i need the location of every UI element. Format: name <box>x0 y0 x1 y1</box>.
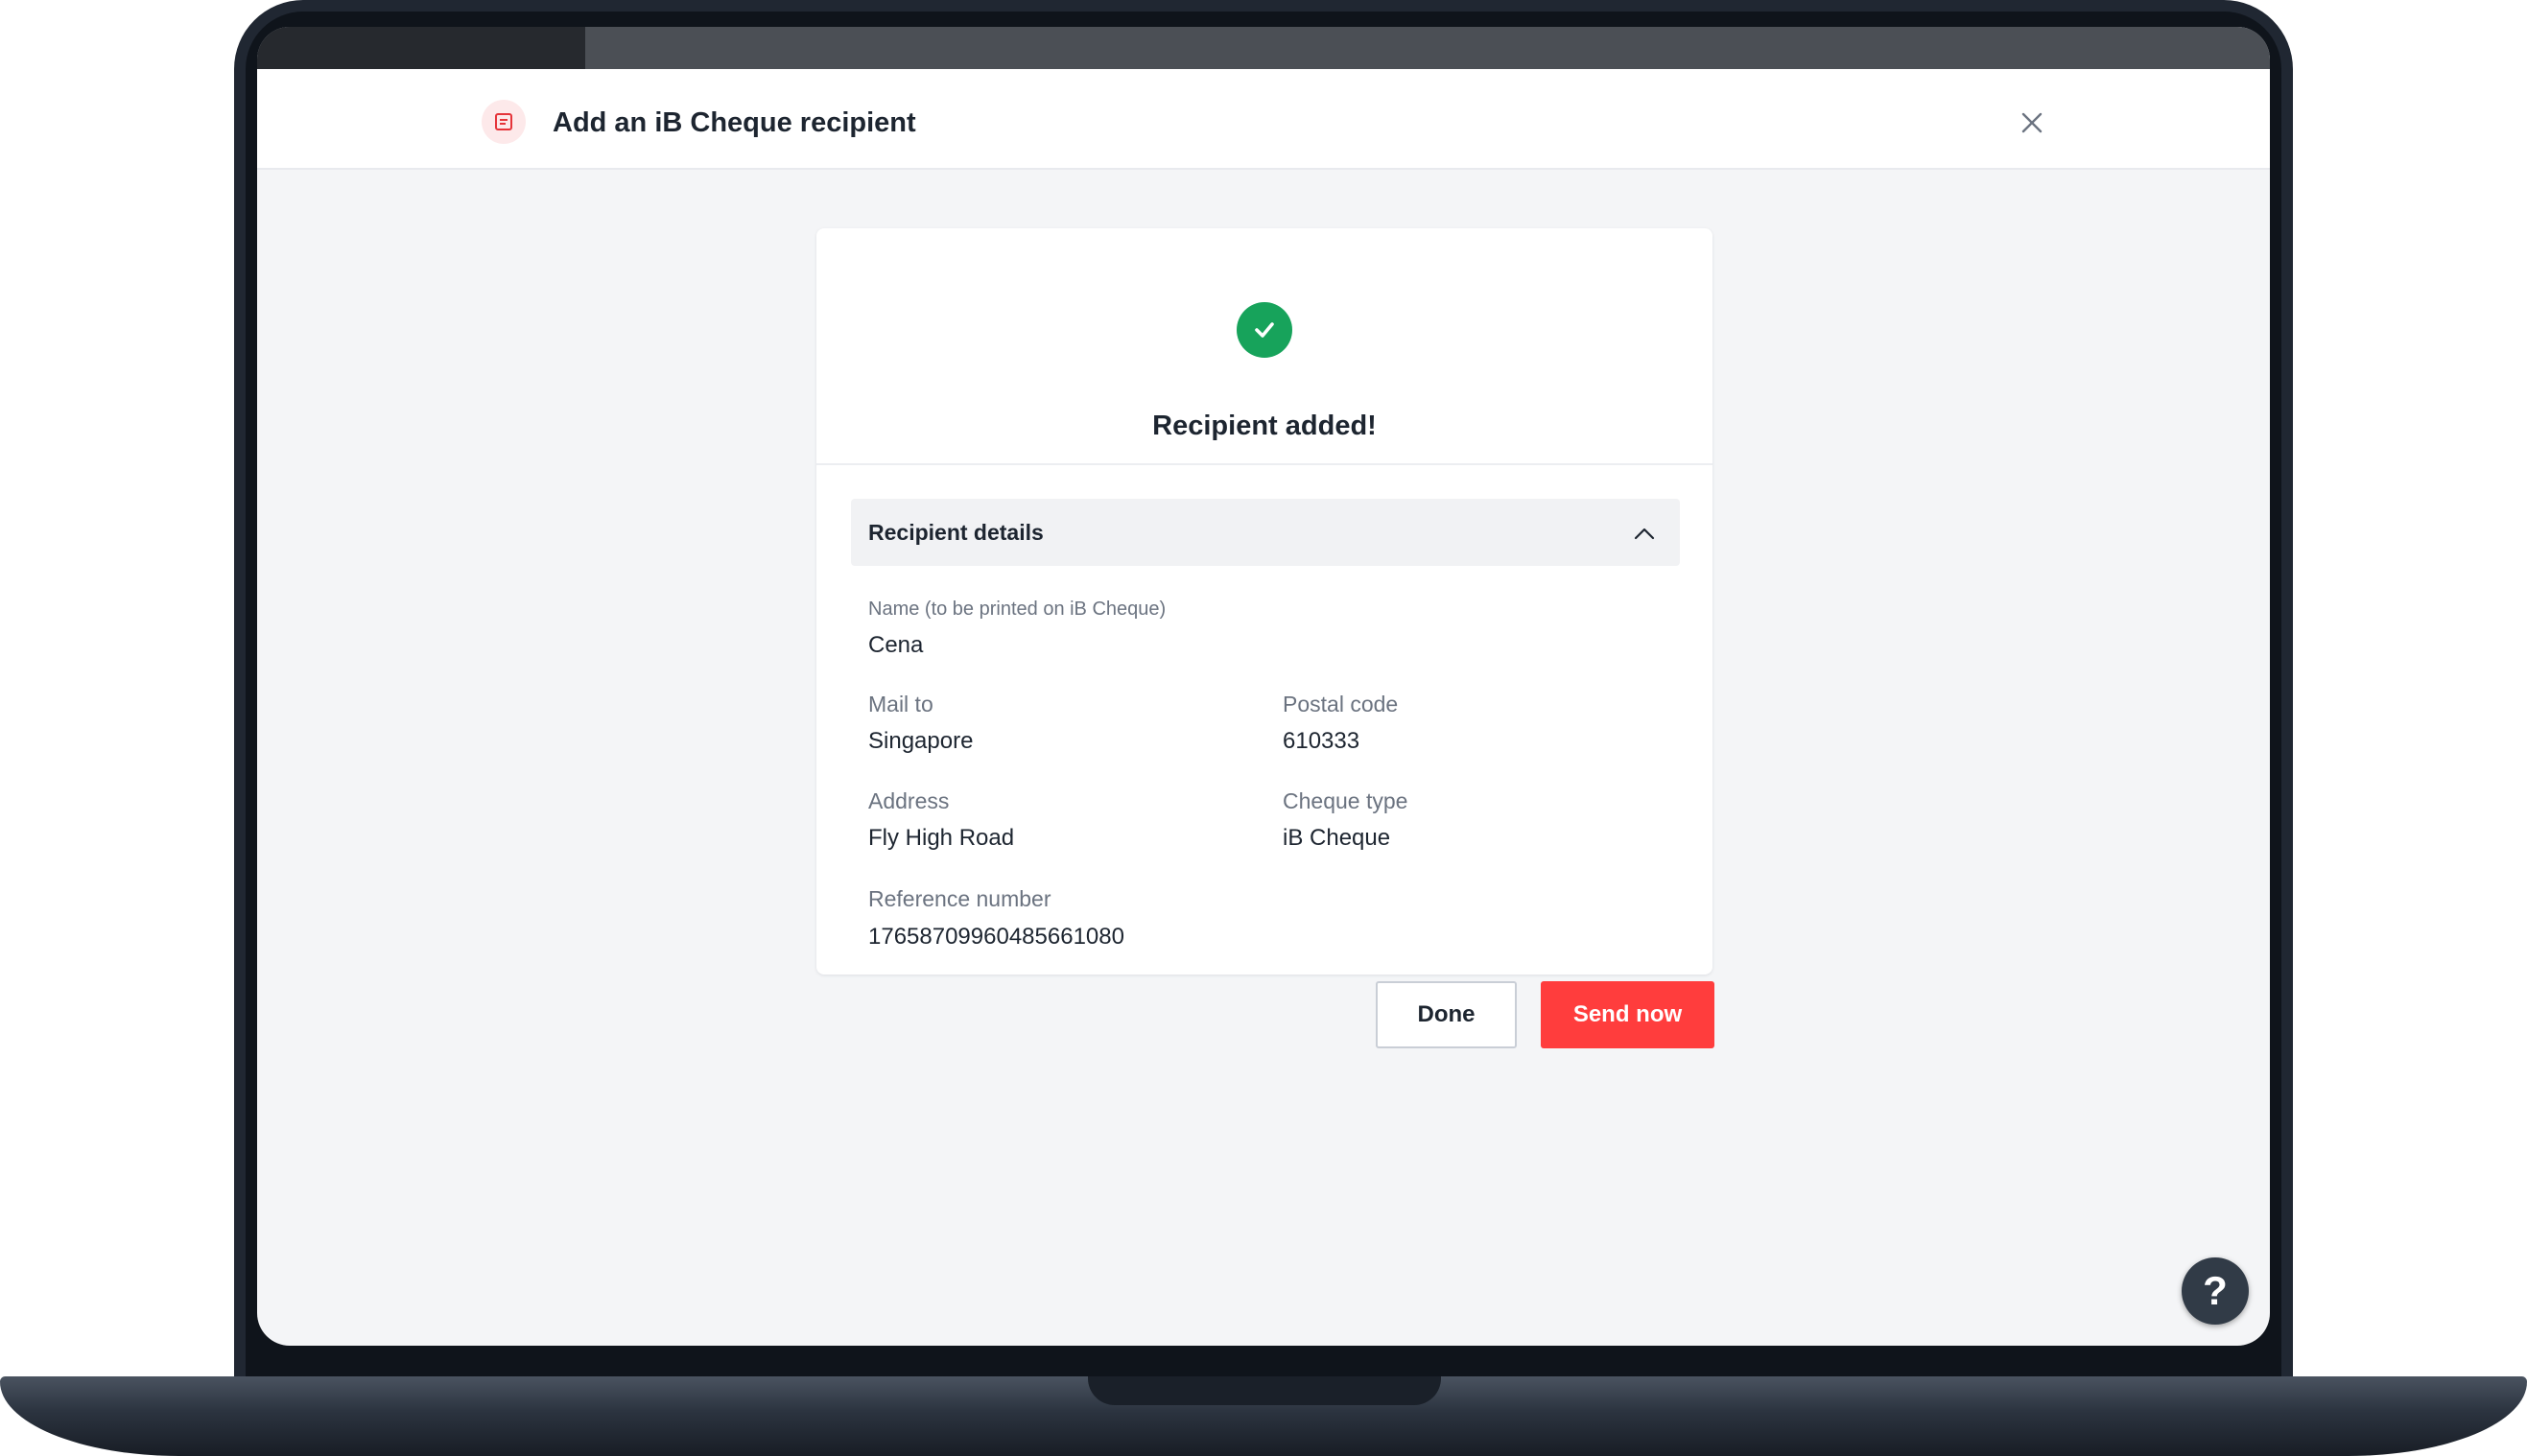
confirmation-card: Recipient added! Recipient details Name … <box>816 228 1712 975</box>
mail-to-value: Singapore <box>868 728 974 754</box>
modal-title: Add an iB Cheque recipient <box>553 107 916 138</box>
cheque-icon <box>482 100 526 144</box>
postal-code-label: Postal code <box>1283 692 1399 716</box>
screen: Add an iB Cheque recipient Recipient add… <box>257 27 2270 1346</box>
reference-number-label: Reference number <box>868 886 1051 911</box>
name-value: Cena <box>868 632 924 658</box>
done-button[interactable]: Done <box>1376 981 1517 1048</box>
cheque-type-label: Cheque type <box>1283 788 1408 813</box>
send-now-button[interactable]: Send now <box>1541 981 1714 1048</box>
help-icon: ? <box>2203 1268 2228 1313</box>
background-app-logo-area <box>257 27 585 69</box>
address-value: Fly High Road <box>868 825 1015 851</box>
cheque-type-value: iB Cheque <box>1283 825 1391 851</box>
postal-code-value: 610333 <box>1283 728 1360 754</box>
mail-to-label: Mail to <box>868 692 933 716</box>
card-divider <box>816 463 1712 465</box>
accordion-title: Recipient details <box>868 520 1044 545</box>
laptop-notch <box>1088 1376 1441 1405</box>
check-circle-icon <box>1237 302 1292 358</box>
modal-header: Add an iB Cheque recipient <box>257 69 2270 170</box>
help-button[interactable]: ? <box>2182 1257 2249 1325</box>
reference-number-value: 17658709960485661080 <box>868 924 1124 950</box>
chevron-up-icon[interactable] <box>1630 519 1659 548</box>
close-icon <box>2021 112 2043 133</box>
name-label: Name (to be printed on iB Cheque) <box>868 599 1167 620</box>
recipient-details-accordion[interactable]: Recipient details <box>851 499 1680 566</box>
address-label: Address <box>868 788 950 813</box>
background-app-bar <box>257 27 2270 69</box>
success-title: Recipient added! <box>1152 411 1377 441</box>
close-button[interactable] <box>2013 104 2051 142</box>
